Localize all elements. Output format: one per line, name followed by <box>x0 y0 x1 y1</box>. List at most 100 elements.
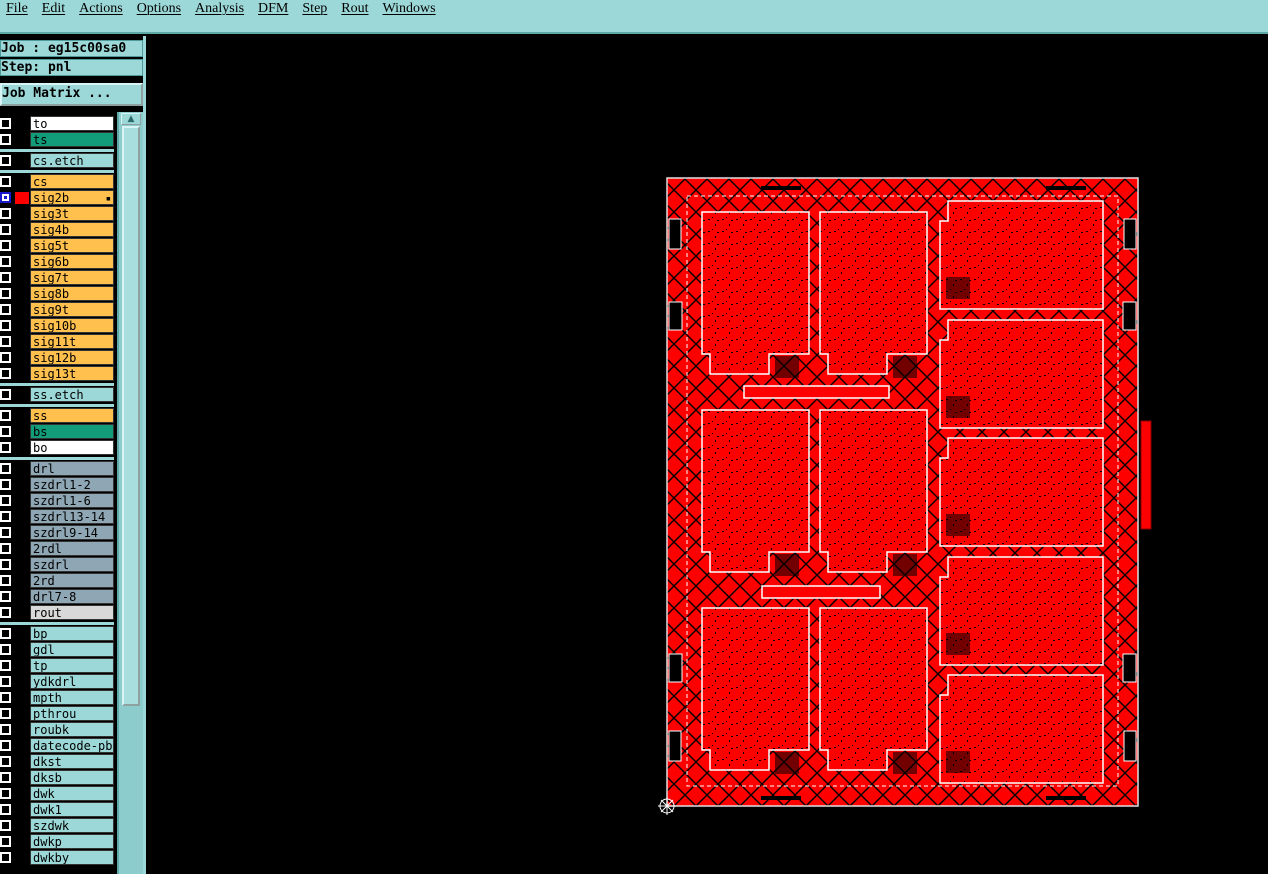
layer-checkbox[interactable] <box>0 155 11 166</box>
layer-row-datecode-pbe[interactable]: datecode-pbe <box>0 738 114 754</box>
layer-checkbox[interactable] <box>0 224 11 235</box>
layer-name[interactable]: drl <box>30 461 114 476</box>
layer-name[interactable]: 2rd <box>30 573 114 588</box>
layer-row-sig8b[interactable]: sig8b <box>0 286 114 302</box>
layer-checkbox[interactable] <box>0 820 11 831</box>
layer-name[interactable]: bo <box>30 440 114 455</box>
layer-row-2rdl[interactable]: 2rdl <box>0 541 114 557</box>
layer-row-dwk[interactable]: dwk <box>0 786 114 802</box>
menu-file[interactable]: File <box>6 1 28 17</box>
layer-name[interactable]: szdwk <box>30 818 114 833</box>
layer-name[interactable]: 2rdl <box>30 541 114 556</box>
menu-dfm[interactable]: DFM <box>258 1 288 17</box>
layer-name[interactable]: sig10b <box>30 318 114 333</box>
layer-checkbox[interactable] <box>0 479 11 490</box>
layer-name[interactable]: gdl <box>30 642 114 657</box>
layer-row-ydkdrl[interactable]: ydkdrl <box>0 674 114 690</box>
layer-checkbox[interactable] <box>0 772 11 783</box>
layer-name[interactable]: to <box>30 116 114 131</box>
layer-name[interactable]: dkst <box>30 754 114 769</box>
layer-row-sig5t[interactable]: sig5t <box>0 238 114 254</box>
layer-checkbox[interactable] <box>0 134 11 145</box>
layer-name[interactable]: szdrl1-2 <box>30 477 114 492</box>
layer-name[interactable]: szdrl9-14 <box>30 525 114 540</box>
layer-name[interactable]: dwk <box>30 786 114 801</box>
layer-checkbox[interactable] <box>0 692 11 703</box>
layer-row-sig13t[interactable]: sig13t <box>0 366 114 382</box>
layer-name[interactable]: roubk <box>30 722 114 737</box>
layer-row-sig3t[interactable]: sig3t <box>0 206 114 222</box>
layer-list-scrollbar[interactable]: ▲ <box>117 112 143 874</box>
layer-name[interactable]: bs <box>30 424 114 439</box>
layer-name[interactable]: cs <box>30 174 114 189</box>
layer-name[interactable]: sig3t <box>30 206 114 221</box>
layer-name[interactable]: dwkby <box>30 850 114 865</box>
layer-row-2rd[interactable]: 2rd <box>0 573 114 589</box>
layer-checkbox[interactable] <box>0 410 11 421</box>
layer-name[interactable]: szdrl1-6 <box>30 493 114 508</box>
layer-checkbox[interactable] <box>0 740 11 751</box>
menu-analysis[interactable]: Analysis <box>195 1 244 17</box>
layer-row-sig7t[interactable]: sig7t <box>0 270 114 286</box>
layer-name[interactable]: dwk1 <box>30 802 114 817</box>
layer-name[interactable]: tp <box>30 658 114 673</box>
layer-name[interactable]: sig4b <box>30 222 114 237</box>
layer-name[interactable]: rout <box>30 605 114 620</box>
layer-checkbox[interactable] <box>0 118 11 129</box>
layer-row-mpth[interactable]: mpth <box>0 690 114 706</box>
layer-row-dwk1[interactable]: dwk1 <box>0 802 114 818</box>
layer-checkbox[interactable] <box>0 836 11 847</box>
layer-checkbox[interactable] <box>0 788 11 799</box>
layer-checkbox[interactable] <box>0 852 11 863</box>
layer-name[interactable]: cs.etch <box>30 153 114 168</box>
layer-row-rout[interactable]: rout <box>0 605 114 621</box>
menu-options[interactable]: Options <box>137 1 181 17</box>
layer-name[interactable]: sig13t <box>30 366 114 381</box>
layer-row-bs[interactable]: bs <box>0 424 114 440</box>
layer-checkbox[interactable] <box>0 304 11 315</box>
layer-row-cs[interactable]: cs <box>0 174 114 190</box>
layer-row-sig2b[interactable]: sig2b ▪ <box>0 190 114 206</box>
layer-name[interactable]: sig11t <box>30 334 114 349</box>
layer-row-sig10b[interactable]: sig10b <box>0 318 114 334</box>
layer-checkbox[interactable] <box>0 804 11 815</box>
layer-checkbox[interactable] <box>0 724 11 735</box>
layer-row-sig12b[interactable]: sig12b <box>0 350 114 366</box>
layer-name[interactable]: bp <box>30 626 114 641</box>
layer-name[interactable]: sig12b <box>30 350 114 365</box>
layer-row-szdrl9-14[interactable]: szdrl9-14 <box>0 525 114 541</box>
layer-row-dkst[interactable]: dkst <box>0 754 114 770</box>
layer-name[interactable]: sig6b <box>30 254 114 269</box>
layer-row-szdwk[interactable]: szdwk <box>0 818 114 834</box>
layer-row-dksb[interactable]: dksb <box>0 770 114 786</box>
layer-name[interactable]: drl7-8 <box>30 589 114 604</box>
job-matrix-button[interactable]: Job Matrix ... <box>0 83 143 106</box>
layer-name[interactable]: szdrl <box>30 557 114 572</box>
layer-row-bo[interactable]: bo <box>0 440 114 456</box>
layer-row-pthrou[interactable]: pthrou <box>0 706 114 722</box>
layer-checkbox[interactable] <box>0 676 11 687</box>
layer-checkbox[interactable] <box>0 591 11 602</box>
layer-checkbox[interactable] <box>0 575 11 586</box>
layer-name[interactable]: ss.etch <box>30 387 114 402</box>
layer-row-tp[interactable]: tp <box>0 658 114 674</box>
layer-name[interactable]: mpth <box>30 690 114 705</box>
layer-row-ss[interactable]: ss <box>0 408 114 424</box>
layer-row-sig4b[interactable]: sig4b <box>0 222 114 238</box>
layer-checkbox[interactable] <box>0 256 11 267</box>
graphics-canvas[interactable] <box>146 36 1268 874</box>
scroll-thumb[interactable] <box>122 126 140 706</box>
layer-row-to[interactable]: to <box>0 116 114 132</box>
layer-checkbox[interactable] <box>0 352 11 363</box>
layer-checkbox[interactable] <box>0 176 11 187</box>
layer-row-roubk[interactable]: roubk <box>0 722 114 738</box>
layer-checkbox[interactable] <box>0 495 11 506</box>
layer-checkbox[interactable] <box>0 708 11 719</box>
layer-name[interactable]: datecode-pbe <box>30 738 114 753</box>
layer-name[interactable]: pthrou <box>30 706 114 721</box>
layer-checkbox[interactable] <box>0 320 11 331</box>
layer-checkbox[interactable] <box>0 336 11 347</box>
layer-checkbox[interactable] <box>0 628 11 639</box>
layer-checkbox[interactable] <box>0 368 11 379</box>
menu-rout[interactable]: Rout <box>341 1 368 17</box>
